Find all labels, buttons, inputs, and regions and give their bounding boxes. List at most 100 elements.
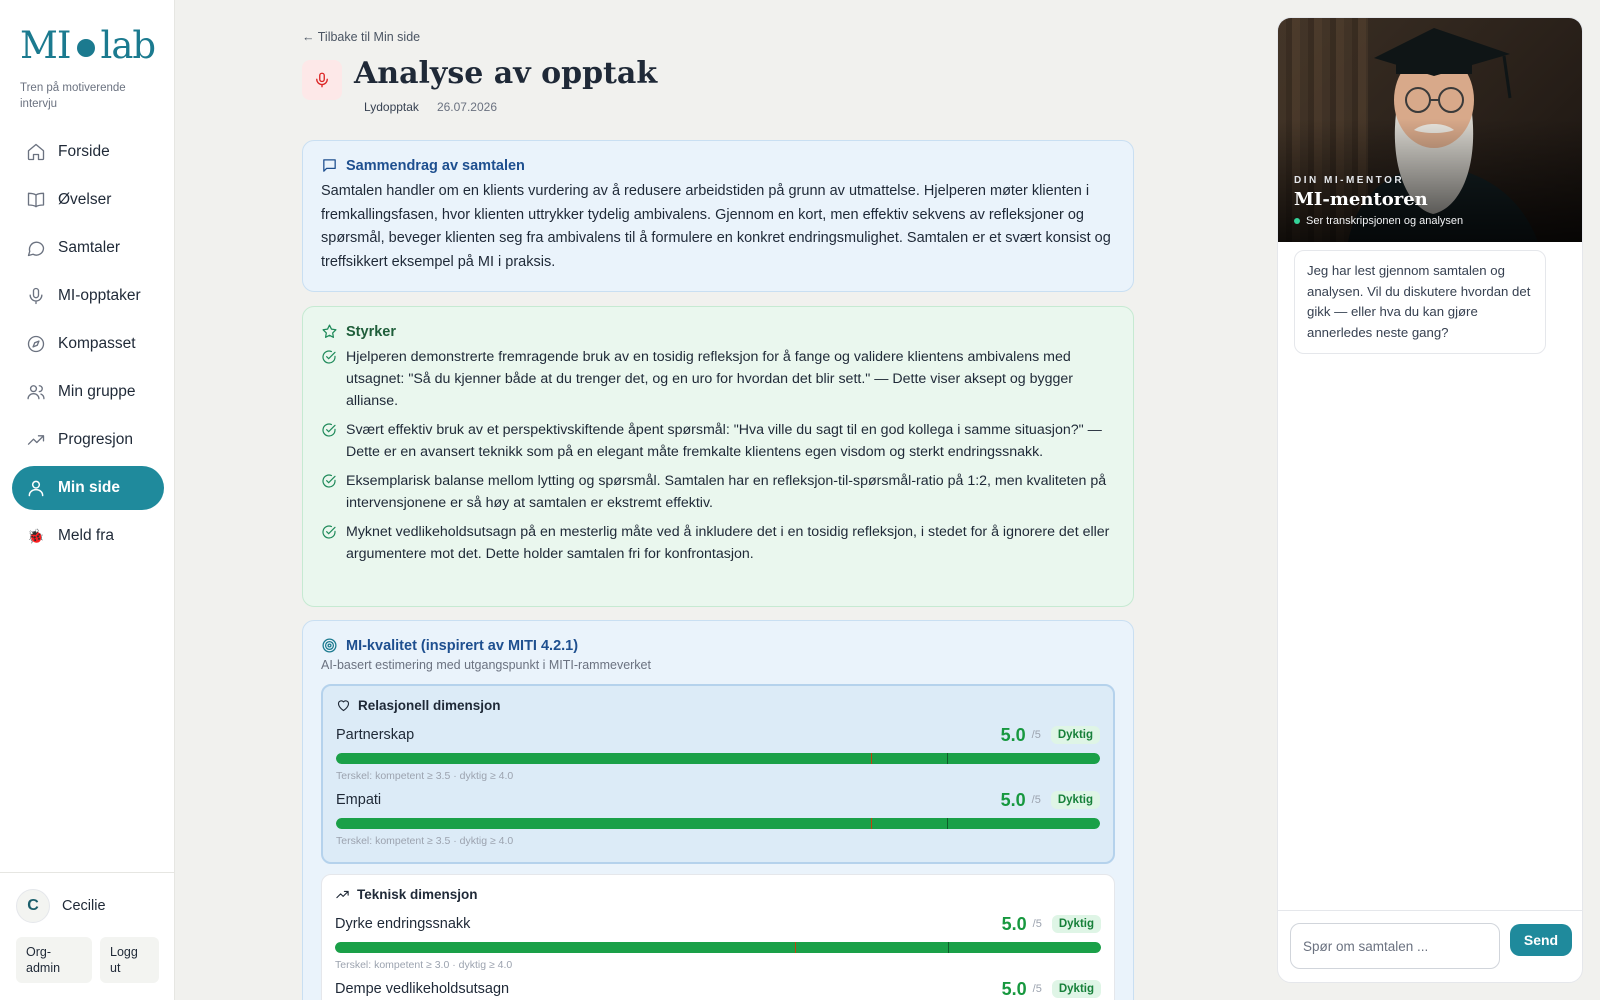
sidebar-item-kompasset[interactable]: Kompasset bbox=[12, 322, 164, 366]
chat-input[interactable] bbox=[1290, 923, 1500, 969]
relational-dimension: Relasjonell dimensjon Partnerskap 5.0 /5… bbox=[321, 684, 1115, 864]
sidebar-item-label: Min side bbox=[58, 479, 121, 496]
ladybug-icon: 🐞 bbox=[27, 527, 45, 544]
quality-heading: MI-kvalitet (inspirert av MITI 4.2.1) bbox=[321, 637, 1115, 654]
proficient-threshold-marker bbox=[947, 818, 949, 829]
competent-threshold-marker bbox=[870, 753, 872, 764]
message-square-icon bbox=[323, 159, 336, 172]
online-status-dot-icon bbox=[1294, 218, 1300, 224]
check-circle-icon bbox=[322, 525, 336, 539]
sidebar: MI lab Tren på motiverende intervju Fors… bbox=[0, 0, 175, 1000]
score-bar-fill bbox=[336, 818, 1100, 829]
list-item: Hjelperen demonstrerte fremragende bruk … bbox=[321, 346, 1115, 412]
user-profile[interactable]: C Cecilie bbox=[16, 889, 106, 923]
sidebar-item-forside[interactable]: Forside bbox=[12, 130, 164, 174]
page-title: Analyse av opptak bbox=[354, 56, 658, 91]
heart-icon bbox=[337, 700, 350, 712]
technical-dimension: Teknisk dimensjon Dyrke endringssnakk 5.… bbox=[321, 874, 1115, 1000]
compass-icon bbox=[27, 335, 45, 353]
metric-score: 5.0 bbox=[1001, 978, 1027, 999]
book-icon bbox=[27, 192, 45, 208]
chat-composer: Send bbox=[1278, 910, 1582, 982]
sidebar-item-min-gruppe[interactable]: Min gruppe bbox=[12, 370, 164, 414]
trending-up-icon bbox=[336, 890, 349, 899]
quality-subtitle: AI-basert estimering med utgangspunkt i … bbox=[321, 658, 651, 672]
metric-empati: Empati 5.0 /5 Dyktig Terskel: kompetent … bbox=[336, 788, 1100, 847]
threshold-text: Terskel: kompetent ≥ 3.0 · dyktig ≥ 4.0 bbox=[335, 959, 513, 971]
metric-name: Partnerskap bbox=[336, 727, 415, 743]
home-icon bbox=[27, 143, 45, 161]
sidebar-item-mi-opptaker[interactable]: MI-opptaker bbox=[12, 274, 164, 318]
send-button[interactable]: Send bbox=[1510, 924, 1572, 956]
metric-name: Empati bbox=[336, 792, 382, 808]
sidebar-item-label: Progresjon bbox=[58, 431, 133, 448]
status-badge: Dyktig bbox=[1051, 980, 1101, 998]
sidebar-item-label: Øvelser bbox=[58, 191, 112, 208]
metric-out-of: /5 bbox=[1031, 729, 1041, 741]
chat-icon bbox=[27, 241, 45, 257]
metric-partnerskap: Partnerskap 5.0 /5 Dyktig Terskel: kompe… bbox=[336, 723, 1100, 782]
list-item: Eksemplarisk balanse mellom lytting og s… bbox=[321, 470, 1115, 514]
competent-threshold-marker bbox=[794, 942, 796, 953]
summary-card: Sammendrag av samtalen Samtalen handler … bbox=[302, 140, 1134, 292]
microphone-icon bbox=[316, 72, 328, 88]
summary-heading: Sammendrag av samtalen bbox=[321, 157, 1115, 174]
proficient-threshold-marker bbox=[947, 942, 949, 953]
summary-text: Samtalen handler om en klients vurdering… bbox=[321, 183, 1111, 270]
star-icon bbox=[322, 324, 337, 338]
check-circle-icon bbox=[322, 350, 336, 364]
sidebar-item-label: Min gruppe bbox=[58, 383, 136, 400]
trending-up-icon bbox=[27, 435, 45, 445]
score-bar bbox=[336, 753, 1100, 764]
quality-heading-text: MI-kvalitet (inspirert av MITI 4.2.1) bbox=[346, 637, 579, 654]
metric-dempe-vedlikeholdsutsagn: Dempe vedlikeholdsutsagn 5.0 /5 Dyktig bbox=[335, 977, 1101, 1000]
logout-button[interactable]: Logg ut bbox=[100, 937, 159, 983]
metric-out-of: /5 bbox=[1032, 983, 1042, 995]
sidebar-item-progresjon[interactable]: Progresjon bbox=[12, 418, 164, 462]
strengths-list: Hjelperen demonstrerte fremragende bruk … bbox=[321, 346, 1115, 565]
threshold-text: Terskel: kompetent ≥ 3.5 · dyktig ≥ 4.0 bbox=[336, 835, 514, 847]
strengths-heading-text: Styrker bbox=[346, 323, 396, 340]
recording-date: 26.07.2026 bbox=[436, 100, 497, 114]
score-bar bbox=[335, 942, 1101, 953]
threshold-text: Terskel: kompetent ≥ 3.5 · dyktig ≥ 4.0 bbox=[336, 770, 514, 782]
tagline: Tren på motiverende intervju bbox=[20, 82, 126, 110]
org-admin-button[interactable]: Org-admin bbox=[16, 937, 92, 983]
mentor-label: DIN MI-MENTOR bbox=[1294, 175, 1405, 186]
back-link[interactable]: ← Tilbake til Min side bbox=[302, 30, 420, 44]
mentor-portrait: DIN MI-MENTOR MI-mentoren Ser transkrips… bbox=[1278, 18, 1582, 242]
sidebar-item-ovelser[interactable]: Øvelser bbox=[12, 178, 164, 222]
sidebar-item-meld-fra[interactable]: 🐞 Meld fra bbox=[12, 514, 164, 558]
metric-name: Dyrke endringssnakk bbox=[335, 916, 471, 932]
logo[interactable]: MI lab bbox=[20, 24, 157, 67]
check-circle-icon bbox=[322, 423, 336, 437]
user-icon bbox=[28, 480, 44, 497]
metric-out-of: /5 bbox=[1031, 794, 1041, 806]
mentor-status: Ser transkripsjonen og analysen bbox=[1294, 215, 1463, 227]
metric-out-of: /5 bbox=[1032, 918, 1042, 930]
target-icon bbox=[322, 638, 337, 653]
users-icon bbox=[27, 385, 45, 400]
recording-badge bbox=[302, 60, 342, 100]
status-badge: Dyktig bbox=[1050, 726, 1100, 744]
sidebar-item-samtaler[interactable]: Samtaler bbox=[12, 226, 164, 270]
strengths-heading: Styrker bbox=[321, 323, 1115, 340]
sidebar-item-label: Kompasset bbox=[58, 335, 136, 352]
strength-text: Hjelperen demonstrerte fremragende bruk … bbox=[346, 349, 1073, 409]
sidebar-item-label: Forside bbox=[58, 143, 110, 160]
mentor-status-text: Ser transkripsjonen og analysen bbox=[1306, 215, 1464, 227]
sidebar-nav: Forside Øvelser Samtaler MI-opptaker Kom… bbox=[12, 130, 164, 562]
sidebar-item-label: Samtaler bbox=[58, 239, 121, 256]
user-name: Cecilie bbox=[62, 898, 106, 914]
microphone-icon bbox=[29, 287, 43, 305]
relational-heading: Relasjonell dimensjon bbox=[336, 698, 1100, 713]
recording-meta: Lydopptak 26.07.2026 bbox=[364, 100, 497, 114]
check-circle-icon bbox=[322, 474, 336, 488]
mentor-message: Jeg har lest gjennom samtalen og analyse… bbox=[1294, 250, 1546, 354]
sidebar-item-min-side[interactable]: Min side bbox=[12, 466, 164, 510]
proficient-threshold-marker bbox=[947, 753, 949, 764]
logo-text-right: lab bbox=[100, 24, 157, 67]
sidebar-item-label: Meld fra bbox=[58, 527, 114, 544]
technical-heading: Teknisk dimensjon bbox=[335, 887, 1101, 902]
sidebar-item-label: MI-opptaker bbox=[58, 287, 141, 304]
